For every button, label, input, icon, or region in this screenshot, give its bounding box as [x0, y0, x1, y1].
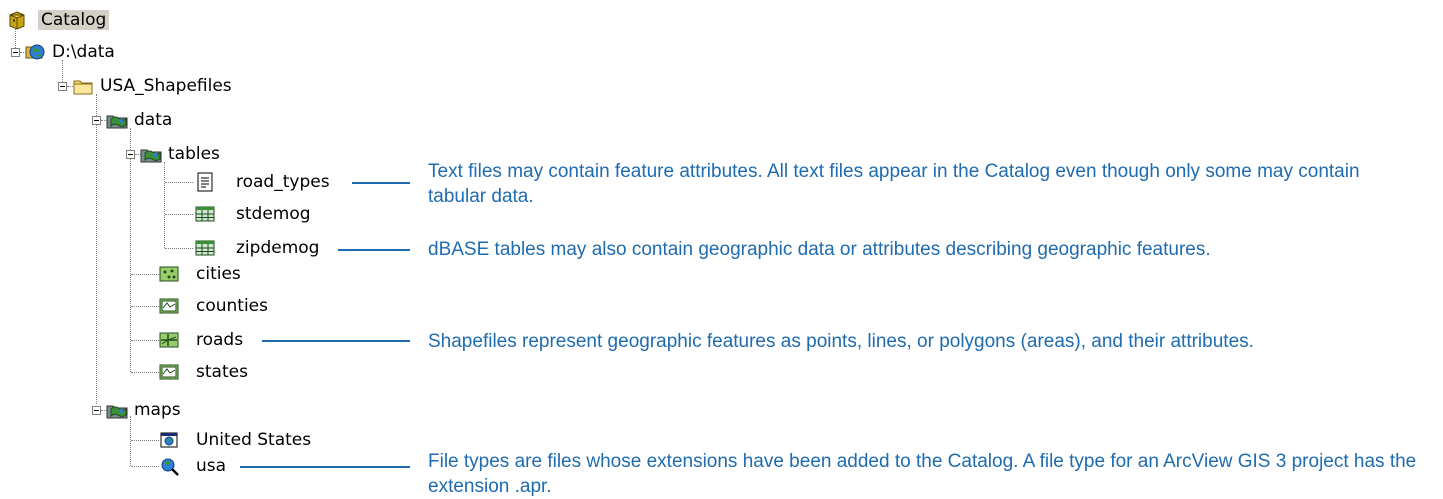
network-drive-icon [25, 44, 45, 60]
geo-folder-icon [140, 149, 162, 163]
folder-icon [73, 80, 93, 95]
tree-line [164, 162, 165, 248]
collapse-toggle-drive[interactable] [11, 48, 20, 57]
tree-item-drive[interactable]: D:\data [52, 41, 115, 63]
tree-line [131, 340, 159, 341]
tree-line [130, 416, 131, 466]
note-shapefiles: Shapefiles represent geographic features… [428, 331, 1254, 352]
tree-line [165, 182, 193, 183]
line-shapefile-icon [159, 332, 179, 348]
tree-item-united-states[interactable]: United States [196, 429, 311, 451]
text-file-icon [197, 172, 213, 192]
tree-item-maps[interactable]: maps [134, 399, 181, 421]
tree-line [131, 274, 159, 275]
tree-item-states[interactable]: states [196, 361, 248, 383]
note-file-types: File types are files whose extensions ha… [428, 451, 1417, 497]
tree-item-counties[interactable]: counties [196, 295, 268, 317]
tree-item-zipdemog[interactable]: zipdemog [236, 237, 319, 259]
polygon-shapefile-icon [159, 298, 179, 314]
note-text-files: Text files may contain feature attribute… [428, 161, 1360, 207]
tree-item-stdemog[interactable]: stdemog [236, 203, 311, 225]
leader-line-road-types [352, 182, 410, 184]
point-shapefile-icon [159, 266, 179, 282]
tree-item-usa[interactable]: usa [196, 455, 226, 477]
tree-item-data[interactable]: data [134, 109, 172, 131]
leader-line-roads [262, 340, 410, 342]
tree-item-tables[interactable]: tables [168, 143, 220, 165]
tree-item-cities[interactable]: cities [196, 263, 241, 285]
tree-line [131, 372, 159, 373]
tree-line [131, 466, 159, 467]
project-file-icon [161, 458, 179, 476]
collapse-toggle-tables[interactable] [126, 150, 135, 159]
note-dbase-tables: dBASE tables may also contain geographic… [428, 239, 1211, 260]
tree-item-catalog[interactable]: Catalog [38, 9, 110, 31]
tree-line [165, 248, 193, 249]
tree-line [131, 306, 159, 307]
polygon-shapefile-icon [159, 364, 179, 380]
geo-folder-icon [106, 405, 128, 419]
leader-line-usa [240, 466, 410, 468]
map-document-icon [160, 432, 178, 448]
collapse-toggle-maps[interactable] [92, 406, 101, 415]
tree-item-usa-shapefiles[interactable]: USA_Shapefiles [100, 75, 232, 97]
tree-item-road-types[interactable]: road_types [236, 171, 330, 193]
tree-line [130, 128, 131, 372]
dbase-table-icon [195, 240, 215, 256]
collapse-toggle-usa-shapefiles[interactable] [58, 82, 67, 91]
dbase-table-icon [195, 206, 215, 222]
tree-line [96, 94, 97, 404]
leader-line-zipdemog [338, 249, 410, 251]
tree-line [165, 214, 193, 215]
tree-line [131, 440, 159, 441]
collapse-toggle-data[interactable] [92, 116, 101, 125]
geo-folder-icon [106, 115, 128, 129]
tree-item-roads[interactable]: roads [196, 329, 243, 351]
tree-item-label: Catalog [38, 10, 110, 30]
catalog-icon [9, 11, 25, 30]
